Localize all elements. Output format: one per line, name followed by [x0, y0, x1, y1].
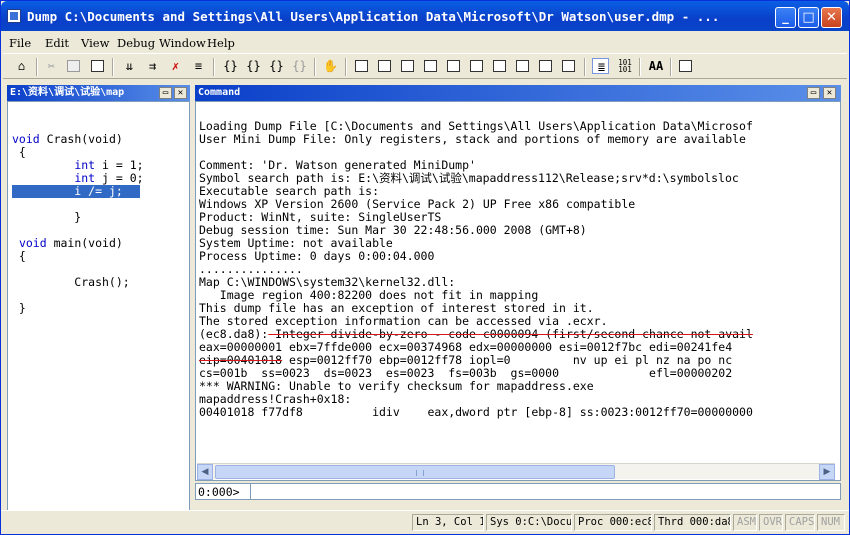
status-ovr: OVR	[759, 514, 783, 531]
menu-window[interactable]: Window	[159, 36, 206, 50]
command-output-line: User Mini Dump File: Only registers, sta…	[199, 132, 746, 146]
command-pane-close-icon[interactable]: ✕	[823, 87, 836, 99]
command-hscrollbar[interactable]: ◀ ▶	[197, 463, 835, 480]
scroll-thumb[interactable]	[215, 465, 615, 479]
locals-icon[interactable]	[399, 58, 416, 74]
run-to-cursor-icon[interactable]: {}	[291, 58, 308, 74]
title-bar[interactable]: Dump C:\Documents and Settings\All Users…	[1, 1, 849, 31]
minimize-button[interactable]: _	[775, 7, 796, 28]
step-into-icon[interactable]: {}	[222, 58, 239, 74]
paste-icon[interactable]	[89, 58, 106, 74]
window-title: Dump C:\Documents and Settings\All Users…	[27, 9, 720, 24]
status-asm: ASM	[733, 514, 757, 531]
scratch-pad-icon[interactable]	[514, 58, 531, 74]
status-num: NUM	[817, 514, 845, 531]
source-line: }	[12, 301, 26, 315]
source-pane-dock-icon[interactable]: ▭	[159, 87, 172, 99]
break-icon[interactable]: ≡	[190, 58, 207, 74]
open-icon[interactable]: ⌂	[13, 58, 30, 74]
source-pane-titlebar[interactable]: E:\资料\调试\试验\map ▭ ✕	[7, 85, 190, 101]
command-pane-titlebar[interactable]: Command ▭ ✕	[195, 85, 841, 101]
font-icon[interactable]: AA	[646, 58, 666, 74]
disassembly-icon[interactable]	[491, 58, 508, 74]
source-line: void main(void)	[18, 236, 123, 250]
go-icon[interactable]: ⇊	[121, 58, 138, 74]
command-output[interactable]: Loading Dump File [C:\Documents and Sett…	[195, 101, 841, 481]
command-input[interactable]	[250, 484, 840, 499]
menu-edit[interactable]: Edit	[45, 36, 69, 50]
cut-icon[interactable]: ✂	[43, 58, 60, 74]
app-icon[interactable]	[7, 9, 21, 23]
stop-debugging-icon[interactable]: ✗	[167, 58, 184, 74]
command-prompt: 0:000>	[198, 485, 240, 499]
restart-icon[interactable]: ⇉	[144, 58, 161, 74]
scroll-left-icon[interactable]: ◀	[197, 464, 213, 480]
status-proc: Proc 000:ec8	[574, 514, 652, 531]
memory-icon[interactable]	[445, 58, 462, 74]
source-line-current: i /= j;	[12, 185, 140, 198]
menu-bar: File Edit View Debug Window Help	[1, 32, 849, 52]
close-button[interactable]: ✕	[821, 7, 842, 28]
menu-help[interactable]: Help	[207, 36, 235, 50]
windbg-window: Dump C:\Documents and Settings\All Users…	[0, 0, 850, 535]
status-bar: Ln 3, Col 1 Sys 0:C:\Docu Proc 000:ec8 T…	[1, 510, 849, 534]
source-mode-icon[interactable]: ≣	[592, 58, 609, 74]
watch-icon[interactable]	[376, 58, 393, 74]
command-input-row: 0:000>	[195, 483, 841, 500]
call-stack-icon[interactable]	[468, 58, 485, 74]
source-pane[interactable]: void Crash(void) { int i = 1; int j = 0;…	[7, 101, 190, 511]
status-sys: Sys 0:C:\Docu	[486, 514, 572, 531]
step-out-icon[interactable]: {}	[268, 58, 285, 74]
source-pane-title: E:\资料\调试\试验\map	[10, 87, 125, 98]
scratch-pad-2-icon[interactable]	[537, 58, 554, 74]
command-pane-dock-icon[interactable]: ▭	[807, 87, 820, 99]
source-line: Crash();	[12, 275, 130, 289]
status-caps: CAPS	[785, 514, 815, 531]
options-icon[interactable]	[677, 58, 694, 74]
step-over-icon[interactable]: {}	[245, 58, 262, 74]
maximize-button[interactable]: □	[798, 7, 819, 28]
source-line: {	[12, 249, 26, 263]
menu-view[interactable]: View	[81, 36, 109, 50]
command-pane-title: Command	[198, 87, 241, 98]
copy-icon[interactable]	[65, 58, 82, 74]
menu-debug[interactable]: Debug	[117, 36, 155, 50]
source-line: void Crash(void)	[12, 132, 123, 146]
registers-icon[interactable]	[422, 58, 439, 74]
source-pane-close-icon[interactable]: ✕	[174, 87, 187, 99]
menu-file[interactable]: File	[9, 36, 31, 50]
status-position: Ln 3, Col 1	[412, 514, 484, 531]
command-output-line: 00401018 f77df8 idiv eax,dword ptr [ebp-…	[199, 405, 753, 419]
processes-icon[interactable]	[560, 58, 577, 74]
hand-icon[interactable]: ✋	[322, 58, 339, 74]
command-window-icon[interactable]	[353, 58, 370, 74]
status-thrd: Thrd 000:da8	[654, 514, 731, 531]
source-line: }	[12, 210, 82, 224]
hex-mode-icon[interactable]: 101 101	[614, 58, 636, 74]
toolbar: ⌂ ✂ ⇊ ⇉ ✗ ≡ {} {} {} {} ✋ ≣ 101 101 AA	[3, 53, 847, 79]
scroll-right-icon[interactable]: ▶	[819, 464, 835, 480]
